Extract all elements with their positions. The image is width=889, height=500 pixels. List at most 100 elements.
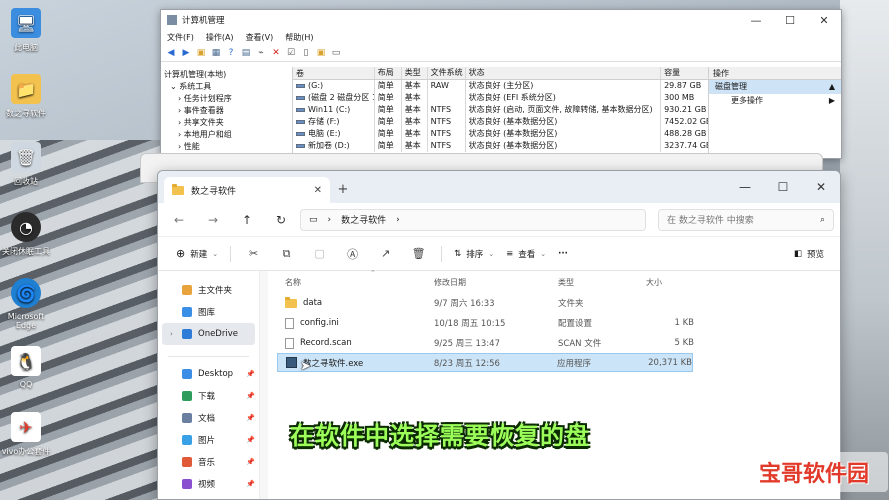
search-input[interactable]: 在 数之寻软件 中搜索 ⌕ [658,208,834,231]
table-row[interactable]: 新加卷 (D:) 简单 基本 NTFS 状态良好 (基本数据分区) 3237.74 GB [293,140,708,152]
nav-item[interactable]: 音乐 📌 [158,451,259,473]
col-name[interactable]: 名称 [280,277,434,288]
new-tab-button[interactable]: + [330,177,356,203]
action-disk-management[interactable]: 磁盘管理 ▲ [709,80,841,94]
title-bar[interactable]: 计算机管理 — ☐ ✕ [161,10,841,30]
pin-icon[interactable]: 📌 [246,480,255,488]
tree-item[interactable]: ⌄ 系统工具 [164,81,289,93]
rename-icon[interactable]: Ⓐ [336,246,369,262]
desktop-icon-edge[interactable]: 🌀 Microsoft Edge [0,278,52,330]
col-status[interactable]: 状态 [466,67,662,79]
help-icon[interactable]: ? [225,47,237,59]
col-capacity[interactable]: 容量 [661,67,708,79]
cut-icon[interactable]: ✂ [237,247,270,260]
table-row[interactable]: Win11 (C:) 简单 基本 NTFS 状态良好 (启动, 页面文件, 故障转储, … [293,104,708,116]
nav-item[interactable]: 图库 [158,301,259,323]
view-button[interactable]: ≡ 查看 ⌄ [500,248,552,260]
menu-file[interactable]: 文件(F) [167,32,194,43]
volume-icon [296,120,305,124]
maximize-button[interactable]: ☐ [773,14,807,27]
menu-action[interactable]: 操作(A) [206,32,234,43]
refresh-icon[interactable]: ↻ [266,213,296,227]
desktop-icon-this-pc[interactable]: 🖥 此电脑 [0,8,52,53]
table-row[interactable]: 电脑 (E:) 简单 基本 NTFS 状态良好 (基本数据分区) 488.28 GB [293,128,708,140]
nav-icon [182,435,192,445]
close-button[interactable]: ✕ [807,14,841,27]
back-icon[interactable]: ◀ [165,47,177,59]
forward-arrow-icon[interactable]: → [198,213,228,227]
pin-icon[interactable]: 📌 [246,370,255,378]
menu-view[interactable]: 查看(V) [246,32,274,43]
close-button[interactable]: ✕ [802,180,840,194]
tree-item[interactable]: › 共享文件夹 [164,117,289,129]
tab-folder[interactable]: 数之寻软件 ✕ [164,177,330,203]
paste-icon[interactable]: ▢ [303,247,336,260]
file-row[interactable]: 数之寻软件.exe 8/23 周五 12:56 应用程序 20,371 KB [277,353,693,372]
tree-item[interactable]: › 事件查看器 [164,105,289,117]
folder-up-icon[interactable]: ▣ [195,47,207,59]
col-volume[interactable]: 卷 [293,67,375,79]
nav-item[interactable]: Desktop 📌 [158,363,259,385]
col-layout[interactable]: 布局 [375,67,402,79]
col-size[interactable]: 大小 [646,277,694,288]
new-button[interactable]: ⊕ 新建 ⌄ [170,247,224,260]
desktop-icon-vivo[interactable]: ✈ vivo办公套件 [0,412,52,457]
minimize-button[interactable]: — [726,180,764,194]
nav-item[interactable]: 图片 📌 [158,429,259,451]
preview-button[interactable]: ◧ 预览 [794,248,824,260]
col-type[interactable]: 类型 [558,277,646,288]
menu-help[interactable]: 帮助(H) [285,32,313,43]
minimize-button[interactable]: — [739,14,773,27]
col-type[interactable]: 类型 [402,67,428,79]
pin-icon[interactable]: 📌 [246,458,255,466]
nav-item[interactable]: 文档 📌 [158,407,259,429]
nav-item[interactable]: › OneDrive [162,323,255,345]
tree-item[interactable]: › 性能 [164,141,289,153]
folder-icon[interactable]: ▣ [315,47,327,59]
action-more[interactable]: 更多操作 ▶ [709,94,841,108]
delete-icon[interactable]: ✕ [270,47,282,59]
check-icon[interactable]: ☑ [285,47,297,59]
forward-icon[interactable]: ▶ [180,47,192,59]
nav-scrollbar[interactable] [260,271,268,499]
col-filesystem[interactable]: 文件系统 [428,67,466,79]
nav-item[interactable]: 主文件夹 [158,279,259,301]
preview-pane-icon: ◧ [793,248,802,259]
table-row[interactable]: 存储 (F:) 简单 基本 NTFS 状态良好 (基本数据分区) 7452.02 GB [293,116,708,128]
col-date[interactable]: 修改日期 [434,277,558,288]
breadcrumb[interactable]: 数之寻软件 [341,213,386,226]
copy-icon[interactable]: ⧉ [270,247,303,261]
maximize-button[interactable]: ☐ [764,180,802,194]
file-row[interactable]: data 9/7 周六 16:33 文件夹 [280,293,840,313]
connect-icon[interactable]: ⌁ [255,47,267,59]
tree-item[interactable]: › 本地用户和组 [164,129,289,141]
document-icon[interactable]: ▯ [300,47,312,59]
back-arrow-icon[interactable]: ← [164,213,194,227]
pin-icon[interactable]: 📌 [246,436,255,444]
desktop-icon-sleep-tool[interactable]: ◔ 关闭休眠工具 [0,212,52,257]
share-icon[interactable]: ↗ [369,247,402,260]
up-arrow-icon[interactable]: ↑ [232,213,262,227]
file-row[interactable]: Record.scan 9/25 周三 13:47 SCAN 文件 5 KB [280,333,840,353]
tree-item[interactable]: › 任务计划程序 [164,93,289,105]
tree-item[interactable]: 计算机管理(本地) [164,69,289,81]
table-row[interactable]: (G:) 简单 基本 RAW 状态良好 (主分区) 29.87 GB [293,80,708,92]
table-row[interactable]: (磁盘 2 磁盘分区 1) 简单 基本 状态良好 (EFI 系统分区) 300 MB [293,92,708,104]
menu-bar: 文件(F) 操作(A) 查看(V) 帮助(H) [161,30,841,44]
pin-icon[interactable]: 📌 [246,392,255,400]
desktop-icon-folder[interactable]: 📁 数之寻软件 [0,74,52,119]
address-bar[interactable]: ▭ › 数之寻软件 › [300,208,646,231]
grid-icon[interactable]: ▦ [210,47,222,59]
close-tab-icon[interactable]: ✕ [314,185,322,196]
desktop-icon-qq[interactable]: 🐧 QQ [0,346,52,389]
properties-icon[interactable]: ▭ [330,47,342,59]
file-row[interactable]: config.ini 10/18 周五 10:15 配置设置 1 KB [280,313,840,333]
delete-icon[interactable]: 🗑 [402,247,435,260]
more-button[interactable]: ··· [552,249,574,259]
nav-item[interactable]: 视频 📌 [158,473,259,495]
desktop-icon-recycle-bin[interactable]: 🗑 回收站 [0,142,52,187]
pin-icon[interactable]: 📌 [246,414,255,422]
nav-item[interactable]: 下载 📌 [158,385,259,407]
sort-button[interactable]: ⇅ 排序 ⌄ [448,248,500,260]
list-icon[interactable]: ▤ [240,47,252,59]
